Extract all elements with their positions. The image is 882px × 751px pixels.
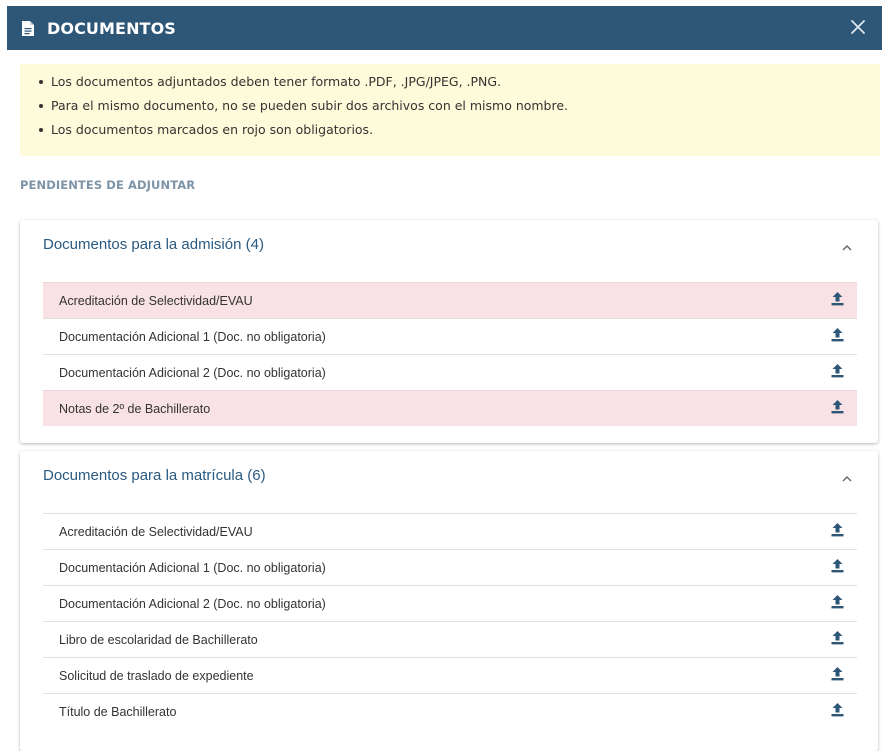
document-row: Documentación Adicional 1 (Doc. no oblig… [43,318,857,354]
upload-icon[interactable] [831,364,844,378]
document-label: Libro de escolaridad de Bachillerato [59,632,258,647]
admission-document-list: Acreditación de Selectividad/EVAU Documen… [43,282,857,426]
document-row: Libro de escolaridad de Bachillerato [43,621,857,657]
upload-icon[interactable] [831,631,844,645]
upload-icon[interactable] [831,292,844,306]
upload-icon[interactable] [831,559,844,573]
upload-icon[interactable] [831,523,844,537]
upload-icon[interactable] [831,703,844,717]
documents-modal: DOCUMENTOS Los documentos adjuntados deb… [0,0,882,751]
admission-documents-card: Documentos para la admisión (4) Acredita… [20,220,878,443]
document-row: Acreditación de Selectividad/EVAU [43,513,857,549]
notice-item: Los documentos adjuntados deben tener fo… [39,70,880,94]
document-label: Acreditación de Selectividad/EVAU [59,524,253,539]
enrollment-documents-card: Documentos para la matrícula (6) Acredit… [20,451,878,751]
document-row: Documentación Adicional 1 (Doc. no oblig… [43,549,857,585]
document-label: Documentación Adicional 1 (Doc. no oblig… [59,560,326,575]
enrollment-document-list: Acreditación de Selectividad/EVAU Documen… [43,513,857,729]
document-label: Documentación Adicional 2 (Doc. no oblig… [59,365,326,380]
document-label: Notas de 2º de Bachillerato [59,401,211,416]
upload-icon[interactable] [831,595,844,609]
chevron-up-icon[interactable] [842,244,852,252]
document-row: Documentación Adicional 2 (Doc. no oblig… [43,585,857,621]
document-row: Documentación Adicional 2 (Doc. no oblig… [43,354,857,390]
modal-header: DOCUMENTOS [7,6,882,50]
modal-title: DOCUMENTOS [47,18,176,38]
notice-item: Los documentos marcados en rojo son obli… [39,118,880,142]
section-title: PENDIENTES DE ADJUNTAR [20,178,196,192]
info-notice: Los documentos adjuntados deben tener fo… [20,64,880,156]
notice-item: Para el mismo documento, no se pueden su… [39,94,880,118]
document-label: Acreditación de Selectividad/EVAU [59,293,253,308]
upload-icon[interactable] [831,328,844,342]
document-label: Título de Bachillerato [59,704,177,719]
document-label: Solicitud de traslado de expediente [59,668,254,683]
close-icon[interactable] [847,16,869,38]
chevron-up-icon[interactable] [842,475,852,483]
admission-card-header[interactable]: Documentos para la admisión (4) [20,220,878,276]
enrollment-card-title: Documentos para la matrícula (6) [43,467,266,484]
document-row: Solicitud de traslado de expediente [43,657,857,693]
upload-icon[interactable] [831,400,844,414]
document-row: Notas de 2º de Bachillerato [43,390,857,426]
document-label: Documentación Adicional 2 (Doc. no oblig… [59,596,326,611]
document-icon [22,20,34,36]
document-row: Acreditación de Selectividad/EVAU [43,282,857,318]
upload-icon[interactable] [831,667,844,681]
document-row: Título de Bachillerato [43,693,857,729]
enrollment-card-header[interactable]: Documentos para la matrícula (6) [20,451,878,507]
document-label: Documentación Adicional 1 (Doc. no oblig… [59,329,326,344]
admission-card-title: Documentos para la admisión (4) [43,236,264,253]
